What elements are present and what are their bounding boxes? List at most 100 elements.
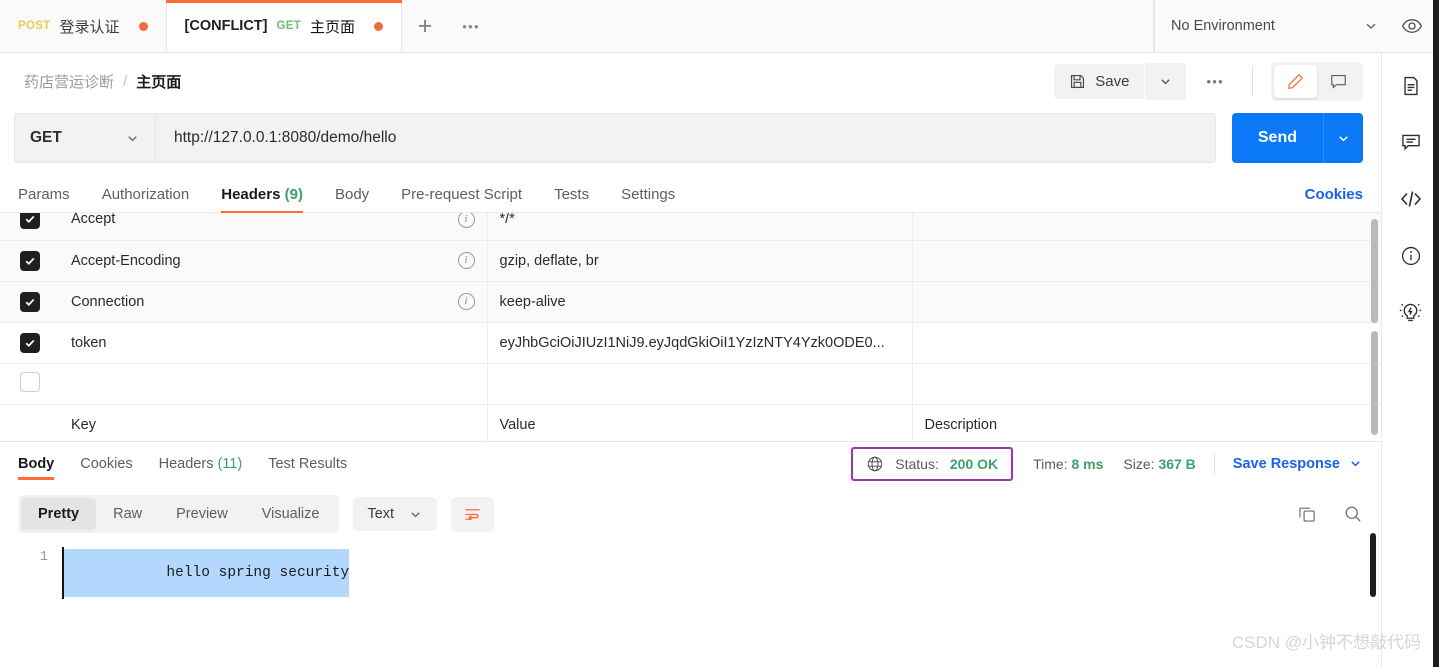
response-body-scrollbar-thumb[interactable]: [1370, 533, 1376, 597]
info-icon[interactable]: [1400, 245, 1422, 267]
tab-params[interactable]: Params: [18, 186, 70, 212]
send-button-group: Send: [1231, 113, 1363, 163]
http-method-selector[interactable]: GET: [14, 113, 155, 163]
tab-method-badge: GET: [276, 20, 302, 32]
response-tab-test-results[interactable]: Test Results: [268, 448, 347, 480]
header-value-cell[interactable]: [487, 363, 913, 405]
header-description-cell[interactable]: [912, 281, 1381, 323]
request-tab-homepage[interactable]: [CONFLICT] GET 主页面: [165, 0, 403, 52]
header-value-text: eyJhbGciOiJIUzI1NiJ9.eyJqdGkiOiI1YzIzNTY…: [499, 334, 885, 351]
tab-conflict-label: [CONFLICT]: [184, 18, 268, 34]
row-checkbox-cell[interactable]: [0, 322, 59, 364]
word-wrap-icon[interactable]: [451, 496, 495, 532]
table-row-placeholder[interactable]: Key Value Description: [0, 404, 1381, 441]
comment-mode-button[interactable]: [1317, 65, 1360, 98]
http-method-label: GET: [30, 129, 62, 146]
key-placeholder-cell[interactable]: Key: [59, 404, 488, 441]
header-description-cell[interactable]: [912, 363, 1381, 405]
header-key-text: Accept: [71, 213, 116, 228]
table-row[interactable]: Connection i keep-alive: [0, 281, 1381, 323]
comment-icon: [1329, 72, 1348, 91]
header-description-cell[interactable]: [912, 322, 1381, 364]
info-icon[interactable]: i: [457, 293, 475, 310]
copy-icon[interactable]: [1297, 504, 1317, 524]
search-icon[interactable]: [1343, 504, 1363, 524]
table-row[interactable]: token eyJhbGciOiJIUzI1NiJ9.eyJqdGkiOiI1Y…: [0, 322, 1381, 364]
tab-options-button[interactable]: •••: [448, 0, 494, 52]
info-icon[interactable]: i: [457, 213, 475, 228]
header-value-cell[interactable]: keep-alive: [487, 281, 913, 323]
header-value-text: gzip, deflate, br: [499, 252, 599, 269]
response-tab-headers[interactable]: Headers (11): [159, 448, 243, 480]
edit-mode-button[interactable]: [1274, 64, 1317, 98]
comments-icon[interactable]: [1400, 131, 1422, 153]
headers-scrollbar-thumb-upper[interactable]: [1371, 219, 1378, 323]
header-key-cell[interactable]: token: [59, 322, 488, 364]
response-tab-cookies[interactable]: Cookies: [80, 448, 132, 480]
view-visualize-button[interactable]: Visualize: [245, 498, 337, 530]
right-sidebar: [1381, 53, 1439, 667]
table-row[interactable]: [0, 363, 1381, 405]
lightbulb-icon[interactable]: [1399, 301, 1422, 324]
response-view-segmented-control: Pretty Raw Preview Visualize: [18, 495, 340, 533]
documentation-icon[interactable]: [1400, 75, 1422, 97]
chevron-down-icon[interactable]: [1363, 18, 1379, 34]
environment-name: No Environment: [1171, 18, 1275, 34]
response-format-type-dropdown[interactable]: Text: [353, 497, 438, 531]
checkbox-checked-icon[interactable]: [19, 291, 40, 312]
response-body-viewer[interactable]: 1 hello spring security: [0, 533, 1381, 667]
view-pretty-button[interactable]: Pretty: [21, 498, 97, 530]
request-more-actions-button[interactable]: •••: [1186, 74, 1244, 89]
view-preview-button[interactable]: Preview: [159, 498, 245, 530]
floppy-disk-icon: [1069, 73, 1086, 90]
view-raw-button[interactable]: Raw: [96, 498, 159, 530]
tab-authorization[interactable]: Authorization: [102, 186, 190, 212]
row-checkbox-cell[interactable]: [0, 281, 59, 323]
row-checkbox-cell[interactable]: [0, 213, 59, 241]
response-body-text[interactable]: hello spring security: [62, 547, 350, 599]
value-placeholder-cell[interactable]: Value: [487, 404, 913, 441]
response-tab-body[interactable]: Body: [18, 448, 55, 480]
save-button[interactable]: Save: [1054, 63, 1145, 99]
breadcrumb-collection[interactable]: 药店营运诊断: [24, 71, 114, 92]
description-placeholder-cell[interactable]: Description: [912, 404, 1381, 441]
row-checkbox-cell[interactable]: [0, 240, 59, 282]
header-description-cell[interactable]: [912, 213, 1381, 241]
code-snippet-icon[interactable]: [1399, 187, 1423, 211]
header-key-cell[interactable]: Connection i: [59, 281, 488, 323]
send-options-button[interactable]: [1323, 113, 1363, 163]
request-url-value: http://127.0.0.1:8080/demo/hello: [174, 129, 397, 146]
tab-headers[interactable]: Headers (9): [221, 186, 303, 213]
send-button[interactable]: Send: [1231, 113, 1323, 163]
header-value-cell[interactable]: gzip, deflate, br: [487, 240, 913, 282]
tab-settings[interactable]: Settings: [621, 186, 675, 212]
new-tab-button[interactable]: +: [402, 0, 448, 52]
tab-body[interactable]: Body: [335, 186, 369, 212]
request-tab-login[interactable]: POST 登录认证: [0, 0, 167, 52]
checkbox-checked-icon[interactable]: [19, 213, 40, 230]
request-url-input[interactable]: http://127.0.0.1:8080/demo/hello: [155, 113, 1216, 163]
headers-scrollbar-thumb-lower[interactable]: [1371, 331, 1378, 435]
save-response-button[interactable]: Save Response: [1233, 456, 1363, 472]
table-row[interactable]: Accept-Encoding i gzip, deflate, br: [0, 240, 1381, 282]
tab-tests[interactable]: Tests: [554, 186, 589, 212]
cookies-link[interactable]: Cookies: [1305, 186, 1363, 212]
save-options-button[interactable]: [1145, 62, 1187, 100]
eye-icon[interactable]: [1401, 15, 1423, 37]
environment-selector[interactable]: No Environment: [1154, 0, 1439, 52]
header-value-cell[interactable]: eyJhbGciOiJIUzI1NiJ9.eyJqdGkiOiI1YzIzNTY…: [487, 322, 913, 364]
header-description-cell[interactable]: [912, 240, 1381, 282]
checkbox-unchecked-icon[interactable]: [19, 371, 40, 392]
header-key-cell[interactable]: Accept-Encoding i: [59, 240, 488, 282]
header-value-cell[interactable]: */*: [487, 213, 913, 241]
info-icon[interactable]: i: [457, 252, 475, 269]
header-key-cell[interactable]: Accept i: [59, 213, 488, 241]
response-format-type-label: Text: [367, 506, 395, 522]
table-row[interactable]: Accept i */*: [0, 213, 1381, 241]
checkbox-checked-icon[interactable]: [19, 332, 40, 353]
request-section-tabs: Params Authorization Headers (9) Body Pr…: [0, 177, 1381, 213]
tab-pre-request-script[interactable]: Pre-request Script: [401, 186, 522, 212]
header-key-cell[interactable]: [59, 363, 488, 405]
row-checkbox-cell[interactable]: [0, 363, 59, 405]
checkbox-checked-icon[interactable]: [19, 250, 40, 271]
